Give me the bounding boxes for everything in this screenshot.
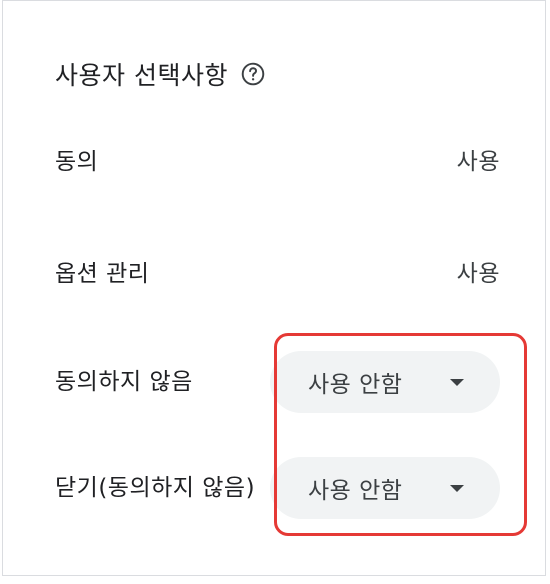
close-do-not-consent-row: 닫기(동의하지 않음) 사용 안함 xyxy=(55,457,500,519)
manage-options-value: 사용 xyxy=(456,261,500,287)
consent-row: 동의 사용 xyxy=(55,142,500,176)
consent-value: 사용 xyxy=(456,149,500,175)
do-not-consent-select-value: 사용 안함 xyxy=(308,372,403,398)
do-not-consent-row: 동의하지 않음 사용 안함 xyxy=(55,351,500,413)
dropdown-arrow-icon xyxy=(450,378,464,386)
section-header: 사용자 선택사항 xyxy=(55,56,266,92)
dropdown-arrow-icon xyxy=(450,484,464,492)
close-do-not-consent-select[interactable]: 사용 안함 xyxy=(270,457,500,519)
do-not-consent-label: 동의하지 않음 xyxy=(55,369,193,395)
manage-options-row: 옵션 관리 사용 xyxy=(55,254,500,288)
section-title: 사용자 선택사항 xyxy=(55,61,228,90)
manage-options-label: 옵션 관리 xyxy=(55,261,150,287)
user-preferences-card: 사용자 선택사항 동의 사용 옵션 관리 사용 동의하지 않음 사용 안함 닫기… xyxy=(2,0,546,576)
do-not-consent-select[interactable]: 사용 안함 xyxy=(270,351,500,413)
help-circle-icon[interactable] xyxy=(240,61,266,87)
close-do-not-consent-select-value: 사용 안함 xyxy=(308,478,403,504)
consent-label: 동의 xyxy=(55,149,99,175)
close-do-not-consent-label: 닫기(동의하지 않음) xyxy=(55,475,256,501)
